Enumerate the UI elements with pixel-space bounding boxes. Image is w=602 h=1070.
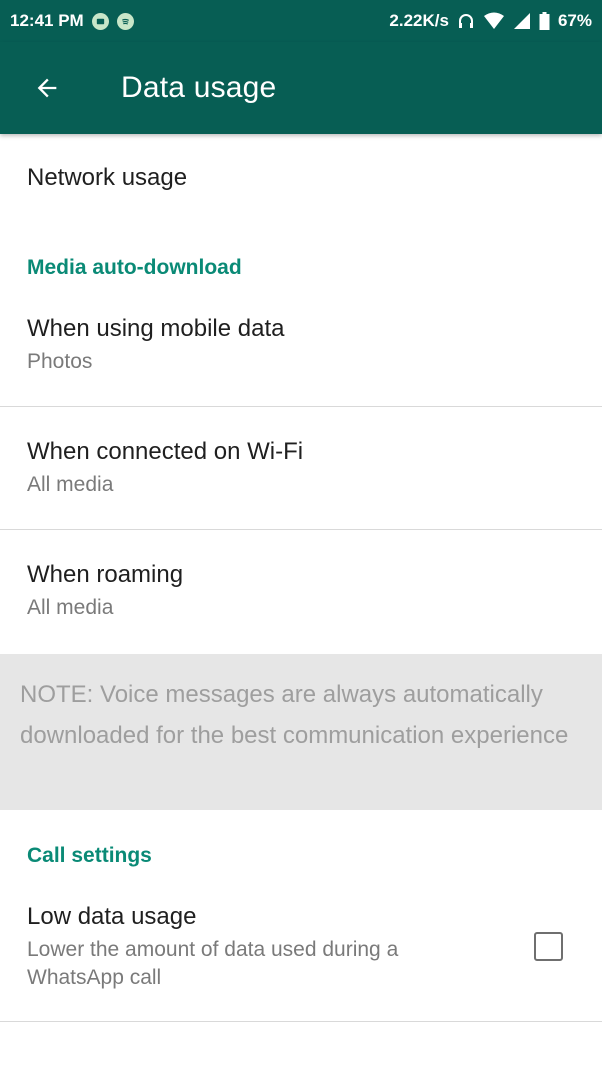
section-header-call: Call settings <box>27 844 152 867</box>
status-bar-right: 2.22K/s 67% <box>389 11 592 31</box>
signal-icon <box>513 12 531 30</box>
low-data-label: Low data usage <box>27 903 197 930</box>
headphones-icon <box>457 12 475 30</box>
low-data-description: Lower the amount of data used during a W… <box>27 938 399 989</box>
app-bar: Data usage <box>0 42 602 134</box>
battery-percent: 67% <box>557 11 592 30</box>
page-title: Data usage <box>121 71 277 104</box>
wifi-icon <box>483 12 505 30</box>
back-button[interactable] <box>23 64 71 112</box>
status-time: 12:41 PM <box>10 11 84 30</box>
spotify-icon <box>116 12 134 30</box>
roaming-value: All media <box>27 596 114 619</box>
mobile-data-item[interactable]: When using mobile data Photos <box>0 314 602 376</box>
divider <box>0 529 602 530</box>
network-usage-label: Network usage <box>27 164 188 191</box>
mobile-data-value: Photos <box>27 350 93 373</box>
message-icon <box>91 12 109 30</box>
roaming-label: When roaming <box>27 561 184 588</box>
arrow-back-icon <box>37 78 57 98</box>
network-usage-item[interactable]: Network usage <box>0 163 602 193</box>
divider <box>0 406 602 407</box>
roaming-item[interactable]: When roaming All media <box>0 560 602 622</box>
wifi-value: All media <box>27 473 114 496</box>
wifi-label: When connected on Wi-Fi <box>27 438 304 465</box>
status-bar: 12:41 PM 2.22K/s 67% <box>0 0 602 42</box>
voice-messages-note: NOTE: Voice messages are always automati… <box>0 654 602 810</box>
divider <box>0 1021 602 1022</box>
status-bar-left: 12:41 PM <box>10 11 134 31</box>
mobile-data-label: When using mobile data <box>27 315 285 342</box>
network-speed: 2.22K/s <box>389 11 449 30</box>
wifi-item[interactable]: When connected on Wi-Fi All media <box>0 437 602 499</box>
battery-icon <box>539 12 550 30</box>
low-data-checkbox[interactable] <box>534 932 563 961</box>
section-header-media: Media auto-download <box>27 256 242 279</box>
low-data-usage-item[interactable]: Low data usage Lower the amount of data … <box>0 902 602 992</box>
